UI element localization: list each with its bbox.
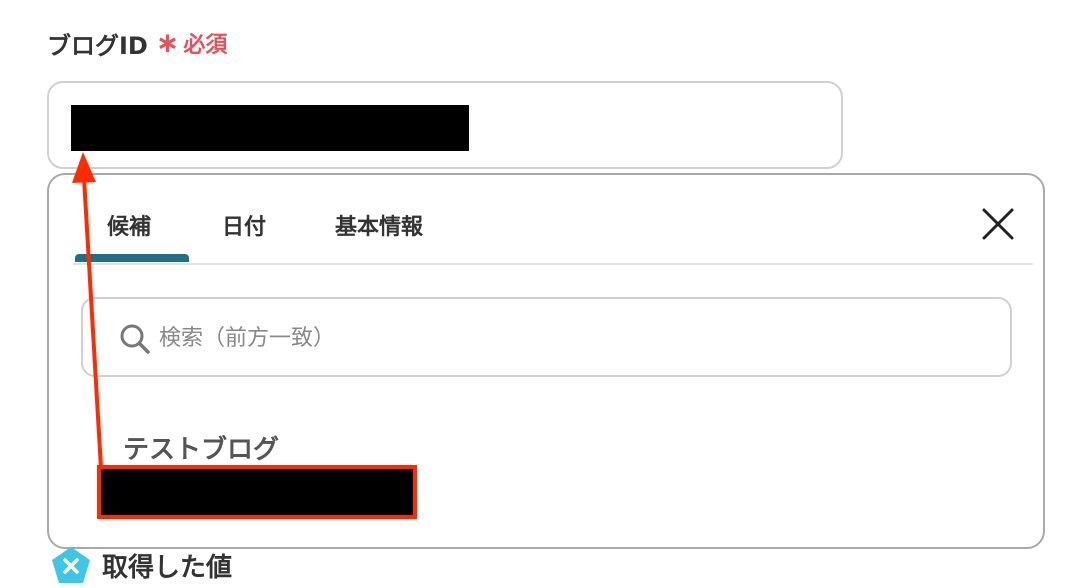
redacted-value [71,105,469,151]
redacted-candidate-id [97,465,417,519]
candidate-name: テストブログ [123,435,280,465]
required-asterisk-icon: ∗ [155,26,180,59]
tab-date[interactable]: 日付 [222,209,266,241]
tab-divider [73,263,1033,265]
candidate-list-item[interactable]: テストブログ [97,423,437,523]
output-section: 取得した値 [50,545,232,585]
tab-candidates[interactable]: 候補 [107,209,151,241]
blog-id-label: ブログID ∗ 必須 [47,25,227,61]
required-label: 必須 [183,33,228,58]
search-icon [120,324,150,354]
search-input[interactable] [159,319,959,357]
close-button[interactable] [979,205,1017,243]
close-icon [982,208,1014,240]
tab-basic-info[interactable]: 基本情報 [335,209,423,241]
candidate-popup: 候補 日付 基本情報 テストブログ [47,173,1045,549]
output-label: 取得した値 [102,552,233,583]
blog-id-input[interactable] [47,81,843,169]
active-tab-indicator [75,254,189,262]
search-box[interactable] [81,297,1012,377]
output-x-icon [52,547,90,583]
blog-id-label-text: ブログID [47,31,148,60]
